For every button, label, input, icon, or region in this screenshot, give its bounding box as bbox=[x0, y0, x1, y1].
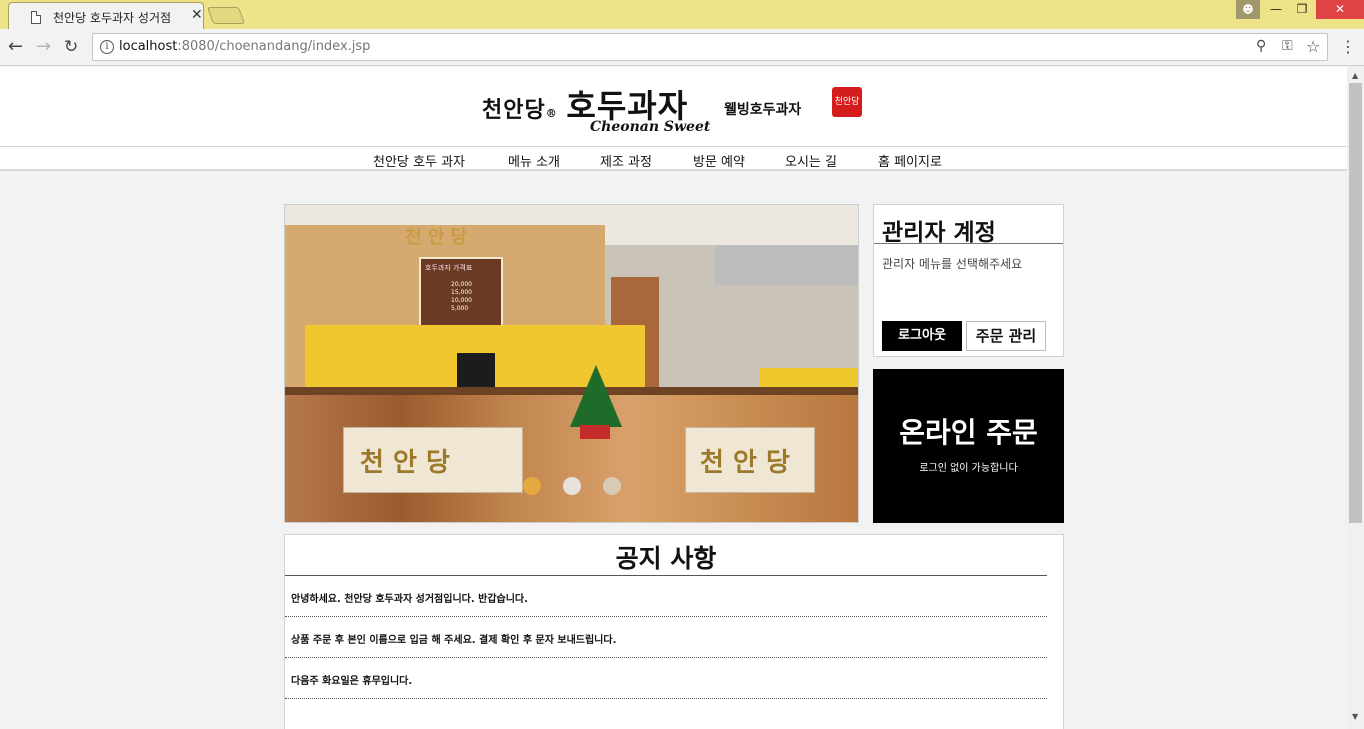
site-header: 천안당® 호두과자 웰빙호두과자 천안당 Cheonan Sweet bbox=[0, 67, 1347, 146]
nav-item-menu[interactable]: 메뉴 소개 bbox=[508, 151, 560, 170]
slider-dot-2[interactable] bbox=[563, 477, 581, 495]
logo-english: Cheonan Sweet bbox=[590, 119, 711, 135]
notice-item[interactable]: 다음주 화요일은 휴무입니다. bbox=[291, 672, 412, 687]
online-order-subtitle: 로그인 없이 가능합니다 bbox=[919, 463, 1018, 474]
bookmark-star-icon[interactable]: ☆ bbox=[1306, 37, 1320, 56]
web-page: 천안당® 호두과자 웰빙호두과자 천안당 Cheonan Sweet 천안당 호… bbox=[0, 67, 1347, 729]
logo-seal: 천안당 bbox=[832, 87, 862, 117]
nav-item-directions[interactable]: 오시는 길 bbox=[785, 151, 837, 170]
key-icon[interactable]: ⚿ bbox=[1282, 38, 1293, 54]
slider-dot-3[interactable] bbox=[603, 477, 621, 495]
slider-christmas-tree bbox=[570, 365, 622, 427]
scroll-down-icon[interactable]: ▼ bbox=[1352, 712, 1358, 721]
browser-menu-icon[interactable]: ⋮ bbox=[1340, 37, 1356, 56]
divider bbox=[285, 575, 1047, 576]
notice-item[interactable]: 상품 주문 후 본인 이름으로 입금 해 주세요. 결제 확인 후 문자 보내드… bbox=[291, 631, 616, 646]
slider-hood bbox=[715, 245, 858, 285]
slider-counter-sign-left: 천 안 당 bbox=[343, 427, 523, 493]
divider bbox=[874, 243, 1063, 244]
page-scrollbar[interactable]: ▲ ▼ bbox=[1347, 67, 1364, 729]
slider-dot-1[interactable] bbox=[523, 477, 541, 495]
user-profile-icon[interactable]: ☻ bbox=[1236, 0, 1260, 19]
order-management-button[interactable]: 주문 관리 bbox=[966, 321, 1046, 351]
admin-title: 관리자 계정 bbox=[882, 220, 996, 246]
tab-title: 천안당 호두과자 성거점 bbox=[53, 11, 172, 25]
scrollbar-thumb[interactable] bbox=[1349, 83, 1362, 523]
store-image-slider[interactable]: 천 안 당 호두과자 가격표 20,000 15,000 10,000 5,00… bbox=[284, 204, 859, 523]
slider-tree-pot bbox=[580, 425, 610, 439]
zoom-icon[interactable]: ⚲ bbox=[1256, 38, 1266, 54]
notice-title: 공지 사항 bbox=[615, 544, 717, 573]
slider-top-sign: 천 안 당 bbox=[405, 227, 468, 248]
logout-button[interactable]: 로그아웃 bbox=[882, 321, 962, 351]
nav-item-home[interactable]: 홈 페이지로 bbox=[878, 151, 942, 170]
notice-board: 공지 사항 안녕하세요. 천안당 호두과자 성거점입니다. 반갑습니다. 상품 … bbox=[284, 534, 1064, 729]
close-window-button[interactable]: ✕ bbox=[1316, 0, 1364, 19]
forward-arrow-icon[interactable]: → bbox=[36, 37, 51, 57]
url-text[interactable]: localhost:8080/choenandang/index.jsp bbox=[119, 39, 370, 54]
divider bbox=[285, 657, 1047, 658]
minimize-button[interactable]: — bbox=[1262, 0, 1290, 19]
divider bbox=[285, 616, 1047, 617]
info-icon[interactable]: i bbox=[100, 40, 114, 54]
nav-item-brand[interactable]: 천안당 호두 과자 bbox=[373, 151, 465, 170]
online-order-title: 온라인 주문 bbox=[899, 416, 1038, 449]
document-icon bbox=[31, 11, 41, 24]
maximize-button[interactable]: ❐ bbox=[1288, 0, 1316, 19]
browser-titlebar: 천안당 호두과자 성거점 ✕ ☻ — ❐ ✕ bbox=[0, 0, 1364, 29]
nav-item-process[interactable]: 제조 과정 bbox=[600, 151, 652, 170]
admin-message: 관리자 메뉴를 선택해주세요 bbox=[882, 257, 1023, 271]
browser-toolbar: ← → ↻ i localhost:8080/choenandang/index… bbox=[0, 29, 1364, 66]
address-bar[interactable]: i localhost:8080/choenandang/index.jsp ⚲… bbox=[92, 33, 1328, 61]
browser-tab[interactable]: 천안당 호두과자 성거점 ✕ bbox=[8, 2, 204, 29]
slider-counter-sign-right: 천 안 당 bbox=[685, 427, 815, 493]
admin-account-panel: 관리자 계정 관리자 메뉴를 선택해주세요 로그아웃 주문 관리 bbox=[873, 204, 1064, 357]
nav-item-reservation[interactable]: 방문 예약 bbox=[693, 151, 745, 170]
online-order-banner[interactable]: 온라인 주문 로그인 없이 가능합니다 bbox=[873, 369, 1064, 523]
new-tab-button[interactable] bbox=[206, 7, 246, 24]
back-arrow-icon[interactable]: ← bbox=[8, 37, 23, 57]
site-logo[interactable]: 천안당® 호두과자 웰빙호두과자 천안당 Cheonan Sweet bbox=[482, 79, 864, 139]
scroll-up-icon[interactable]: ▲ bbox=[1352, 71, 1358, 80]
logo-subtitle: 웰빙호두과자 bbox=[724, 102, 802, 118]
divider bbox=[285, 698, 1047, 699]
site-nav: 천안당 호두 과자 메뉴 소개 제조 과정 방문 예약 오시는 길 홈 페이지로 bbox=[0, 146, 1347, 171]
tab-close-icon[interactable]: ✕ bbox=[191, 7, 203, 23]
reload-icon[interactable]: ↻ bbox=[64, 37, 78, 57]
notice-item[interactable]: 안녕하세요. 천안당 호두과자 성거점입니다. 반갑습니다. bbox=[291, 590, 528, 605]
